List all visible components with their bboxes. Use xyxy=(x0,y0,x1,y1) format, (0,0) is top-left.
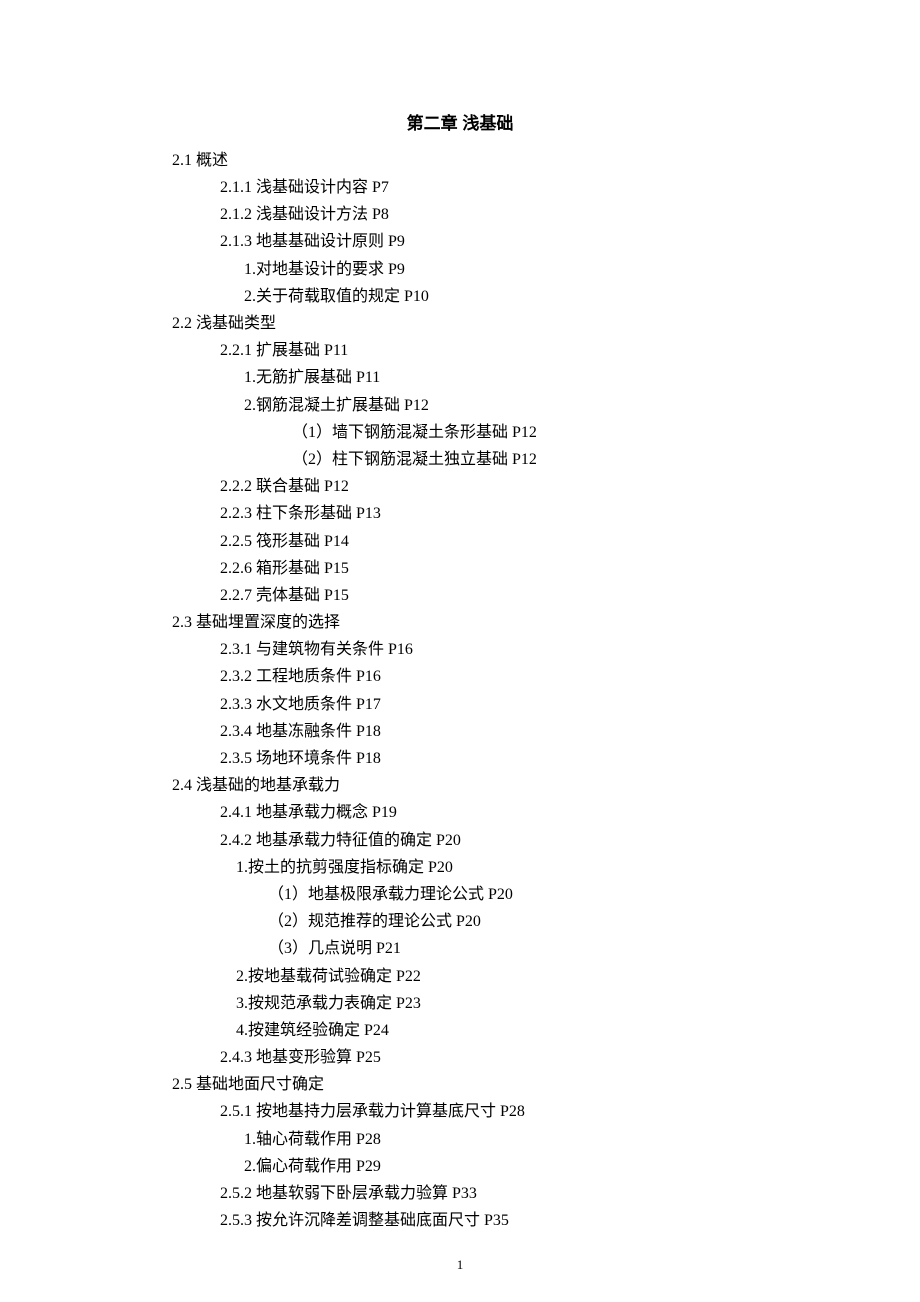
toc-entry: 2.3.4 地基冻融条件 P18 xyxy=(220,718,920,745)
toc-entry: 3.按规范承载力表确定 P23 xyxy=(236,990,920,1017)
toc-entry: 2.5.1 按地基持力层承载力计算基底尺寸 P28 xyxy=(220,1098,920,1125)
toc-entry: 2.3.2 工程地质条件 P16 xyxy=(220,663,920,690)
toc-container: 2.1 概述2.1.1 浅基础设计内容 P72.1.2 浅基础设计方法 P82.… xyxy=(172,147,920,1235)
toc-entry: 2.5.2 地基软弱下卧层承载力验算 P33 xyxy=(220,1180,920,1207)
toc-entry: 2.1.3 地基基础设计原则 P9 xyxy=(220,228,920,255)
toc-entry: 2.4.3 地基变形验算 P25 xyxy=(220,1044,920,1071)
toc-entry: 1.按土的抗剪强度指标确定 P20 xyxy=(236,854,920,881)
toc-entry: 2.2 浅基础类型 xyxy=(172,310,920,337)
page-number: 1 xyxy=(0,1254,920,1276)
toc-entry: 2.2.7 壳体基础 P15 xyxy=(220,582,920,609)
toc-entry: 2.2.2 联合基础 P12 xyxy=(220,473,920,500)
toc-entry: 2.2.5 筏形基础 P14 xyxy=(220,528,920,555)
toc-entry: 2.1 概述 xyxy=(172,147,920,174)
toc-entry: 2.4.2 地基承载力特征值的确定 P20 xyxy=(220,827,920,854)
toc-entry: 2.钢筋混凝土扩展基础 P12 xyxy=(244,392,920,419)
toc-entry: （1）墙下钢筋混凝土条形基础 P12 xyxy=(292,419,920,446)
toc-entry: 2.1.1 浅基础设计内容 P7 xyxy=(220,174,920,201)
toc-entry: 2.按地基载荷试验确定 P22 xyxy=(236,963,920,990)
toc-entry: 2.5.3 按允许沉降差调整基础底面尺寸 P35 xyxy=(220,1207,920,1234)
toc-entry: （2）规范推荐的理论公式 P20 xyxy=(268,908,920,935)
toc-entry: （3）几点说明 P21 xyxy=(268,935,920,962)
toc-entry: 4.按建筑经验确定 P24 xyxy=(236,1017,920,1044)
toc-entry: 2.关于荷载取值的规定 P10 xyxy=(244,283,920,310)
toc-entry: 2.3.1 与建筑物有关条件 P16 xyxy=(220,636,920,663)
toc-entry: 2.3 基础埋置深度的选择 xyxy=(172,609,920,636)
toc-entry: 2.5 基础地面尺寸确定 xyxy=(172,1071,920,1098)
toc-entry: （2）柱下钢筋混凝土独立基础 P12 xyxy=(292,446,920,473)
toc-entry: （1）地基极限承载力理论公式 P20 xyxy=(268,881,920,908)
toc-entry: 2.4 浅基础的地基承载力 xyxy=(172,772,920,799)
toc-entry: 2.3.3 水文地质条件 P17 xyxy=(220,691,920,718)
toc-entry: 2.2.6 箱形基础 P15 xyxy=(220,555,920,582)
chapter-title: 第二章 浅基础 xyxy=(0,110,920,139)
toc-entry: 2.2.1 扩展基础 P11 xyxy=(220,337,920,364)
toc-entry: 2.1.2 浅基础设计方法 P8 xyxy=(220,201,920,228)
toc-entry: 2.3.5 场地环境条件 P18 xyxy=(220,745,920,772)
toc-entry: 2.4.1 地基承载力概念 P19 xyxy=(220,799,920,826)
toc-entry: 2.偏心荷载作用 P29 xyxy=(244,1153,920,1180)
toc-entry: 1.对地基设计的要求 P9 xyxy=(244,256,920,283)
toc-entry: 2.2.3 柱下条形基础 P13 xyxy=(220,500,920,527)
toc-entry: 1.轴心荷载作用 P28 xyxy=(244,1126,920,1153)
toc-entry: 1.无筋扩展基础 P11 xyxy=(244,364,920,391)
